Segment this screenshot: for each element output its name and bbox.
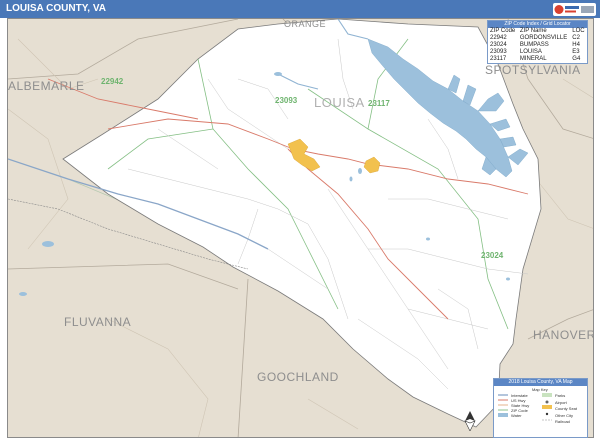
loc-cell: E3 [572, 49, 580, 55]
zip-label-23093: 23093 [275, 96, 298, 105]
table-row: 23117 MINERAL G4 [488, 56, 587, 63]
brand-logo [553, 3, 596, 16]
map-key-symbols [498, 393, 552, 421]
zip-name-cell: BUMPASS [519, 42, 549, 48]
map-key-title: 2018 Louisa County, VA Map [494, 379, 587, 386]
map-key: 2018 Louisa County, VA Map Map Key Inter… [493, 378, 588, 438]
key-county-seat: County Seat [555, 406, 578, 411]
zip-cell: 23093 [490, 49, 507, 55]
table-row: 22942 GORDONSVILLE C2 [488, 35, 587, 42]
key-railroad: Railroad [555, 419, 570, 424]
map-canvas[interactable]: ORANGE ALBEMARLE SPOTSYLVANIA FLUVANNA G… [7, 18, 594, 438]
neighbor-label-hanover: HANOVER [533, 328, 594, 342]
zip-index-col-name: ZIP Name [519, 28, 547, 34]
zip-name-cell: GORDONSVILLE [519, 35, 568, 41]
loc-cell: H4 [572, 42, 580, 48]
neighbor-label-spotsylvania: SPOTSYLVANIA [485, 63, 581, 77]
table-row: 23024 BUMPASS H4 [488, 42, 587, 49]
map-title: LOUISA COUNTY, VA [0, 0, 600, 18]
zip-name-cell: LOUISA [519, 49, 542, 55]
zip-cell: 23024 [490, 42, 507, 48]
zip-index-col-loc: LOC [572, 28, 585, 34]
zip-label-22942: 22942 [101, 77, 124, 86]
loc-cell: C2 [572, 35, 580, 41]
neighbor-label-goochland: GOOCHLAND [257, 370, 339, 384]
loc-cell: G4 [572, 56, 581, 62]
zip-code-index: ZIP Code Index / Grid Locator ZIP Code Z… [487, 20, 588, 64]
neighbor-label-fluvanna: FLUVANNA [64, 315, 132, 329]
key-airport: Airport [555, 400, 567, 405]
north-arrow-icon [464, 411, 476, 431]
zip-index-col-zip: ZIP Code [490, 28, 516, 34]
neighbor-label-orange: ORANGE [284, 19, 327, 29]
key-other-city: Other City [555, 413, 574, 418]
zip-index-title: ZIP Code Index / Grid Locator [488, 21, 587, 28]
zip-name-cell: MINERAL [519, 56, 547, 62]
zip-label-23117: 23117 [368, 99, 390, 108]
zip-cell: 22942 [490, 35, 507, 41]
key-parks: Parks [555, 393, 566, 398]
zip-index-header-row: ZIP Code ZIP Name LOC [488, 28, 587, 35]
neighbor-label-albemarle: ALBEMARLE [8, 79, 85, 93]
table-row: 23093 LOUISA E3 [488, 49, 587, 56]
zip-cell: 23117 [490, 56, 507, 62]
zip-label-23024: 23024 [481, 251, 504, 260]
county-label-louisa: LOUISA [314, 95, 365, 110]
key-water: Water [511, 413, 522, 418]
